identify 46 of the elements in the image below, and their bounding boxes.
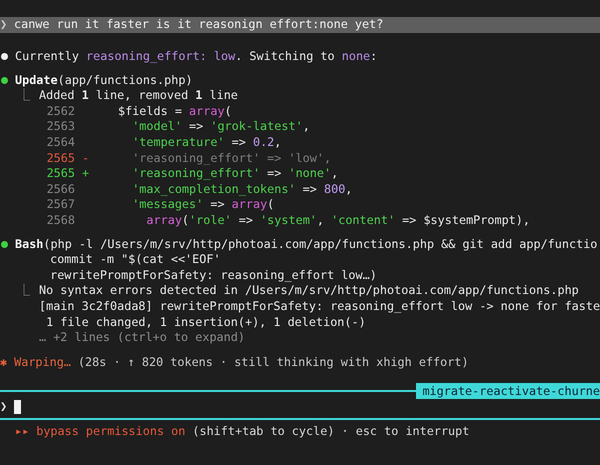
diff-marker: - [81,150,90,166]
status-detail: (28s · ↑ 820 tokens · still thinking with xhigh effort) [78,354,469,369]
tool-name: Bash [15,236,44,251]
permission-mode-label[interactable]: bypass permissions on [36,424,186,440]
code-line: 'messages' => array( [131,197,274,213]
diff-marker: + [81,166,90,182]
code-line: 'reasoning_effort' => 'none', [131,166,338,182]
line-number: 2567 [46,197,75,213]
result-connector: ⎿ [17,283,31,300]
user-prompt-text: canwe run it faster is it reasonign effort:none yet? [14,17,384,33]
text-cursor [14,400,21,414]
line-number: 2563 [46,119,75,135]
tool-result-line: [main 3c2f0ada8] rewritePromptForSafety: reasoning_effort low -> none for faste [39,298,600,314]
tool-status-dot-icon [1,240,8,248]
tool-arguments: commit -m "$(cat <<'EOF' [49,252,222,268]
code-line: 'model' => 'grok-latest', [131,119,310,135]
line-number: 2562 [46,104,75,120]
line-number: 2568 [46,212,75,229]
prompt-chevron: ❯ [0,399,8,416]
tool-result-line: Added 1 line, removed 1 line [39,88,239,104]
code-line: 'reasoning_effort' => 'low', [131,150,332,166]
code-line: 'max_completion_tokens' => 800, [131,182,352,198]
line-number: 2564 [46,134,75,151]
spinner-glyph: ✱ [0,354,8,369]
line-number: 2565 [46,150,75,166]
branch-badge: migrate-reactivate-churne [416,383,600,400]
tool-result-line: No syntax errors detected in /Users/m/srv/http/photoai.com/app/functions.php [39,283,580,299]
prompt-chevron: ❯ [0,17,8,33]
code-line: array('role' => 'system', 'content' => $systemPrompt), [145,212,530,229]
tool-status-dot-icon [1,76,8,84]
tool-name: Update [15,72,58,87]
tool-result-line: 1 file changed, 1 insertion(+), 1 deletion(-) [45,314,367,330]
line-number: 2566 [46,182,75,198]
assistant-message: Currently reasoning_effort: low. Switching to none: [15,49,378,65]
tool-arguments: (app/functions.php) [58,72,193,87]
status-verb: Warping… [14,354,71,369]
tool-arguments: rewritePromptForSafety: reasoning_effort low…) [49,268,378,284]
line-number: 2565 [46,166,75,182]
mode-glyph: ▸▸ [15,424,30,440]
code-line: 'temperature' => 0.2, [131,134,282,151]
code-line: $fields = array( [118,104,232,120]
bullet-dot-icon [1,53,8,60]
tool-result-line: … +2 lines (ctrl+o to expand) [39,330,246,346]
keyboard-hint: (shift+tab to cycle) · esc to interrupt [192,424,470,440]
result-connector: ⎿ [17,88,31,104]
tool-arguments: (php -l /Users/m/srv/http/photoai.com/app/functions.php && git add app/functio [43,236,598,251]
